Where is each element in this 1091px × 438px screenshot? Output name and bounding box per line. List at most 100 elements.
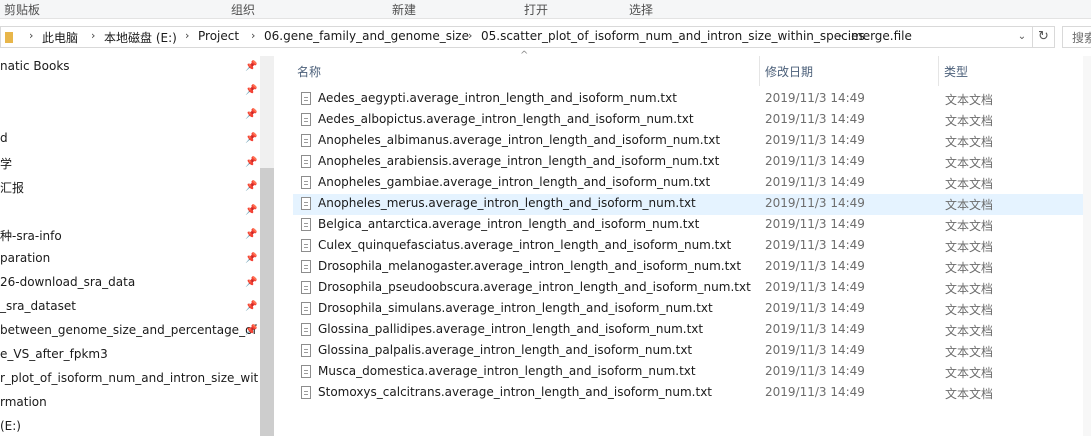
file-row[interactable]: Anopheles_albimanus.average_intron_lengt… xyxy=(293,131,1091,152)
file-type: 文本文档 xyxy=(945,345,994,359)
pin-icon[interactable]: 📌 xyxy=(245,157,257,169)
pin-icon[interactable]: 📌 xyxy=(245,325,257,337)
text-file-icon xyxy=(301,113,311,126)
address-bar[interactable]: › 此电脑 › 本地磁盘 (E:) › Project › 06.gene_fa… xyxy=(0,26,1033,48)
breadcrumb-this-pc[interactable]: 此电脑 xyxy=(42,29,78,46)
pin-icon[interactable]: 📌 xyxy=(245,133,257,145)
file-name: Anopheles_albimanus.average_intron_lengt… xyxy=(318,133,721,147)
pin-icon[interactable]: 📌 xyxy=(245,85,257,97)
search-input[interactable]: 搜索 xyxy=(1062,26,1091,48)
file-row[interactable]: Glossina_palpalis.average_intron_length_… xyxy=(293,341,1091,362)
ribbon-group-organize: 组织 xyxy=(231,3,256,17)
nav-item[interactable]: 汇报 📌 xyxy=(0,176,258,198)
address-dropdown-icon[interactable]: ⌄ xyxy=(1014,28,1030,46)
column-header-date[interactable]: 修改日期 xyxy=(760,56,938,84)
nav-item[interactable]: 学 📌 xyxy=(0,152,258,174)
nav-item[interactable]: natic Books 📌 xyxy=(0,56,258,78)
file-name: Anopheles_merus.average_intron_length_an… xyxy=(318,196,696,210)
breadcrumb-chevron-icon[interactable]: › xyxy=(251,29,255,42)
pin-icon[interactable]: 📌 xyxy=(245,205,257,217)
file-type: 文本文档 xyxy=(945,387,994,401)
ribbon-group-select: 选择 xyxy=(629,3,654,17)
refresh-icon[interactable]: ↻ xyxy=(1033,26,1055,48)
column-header-type[interactable]: 类型 xyxy=(939,56,1079,84)
text-file-icon xyxy=(301,134,311,147)
nav-item[interactable]: rmation xyxy=(0,392,258,414)
pin-icon[interactable]: 📌 xyxy=(245,277,257,289)
nav-item[interactable]: 📌 xyxy=(0,80,258,102)
column-header-name[interactable]: 名称 xyxy=(293,56,759,84)
file-name: Glossina_pallidipes.average_intron_lengt… xyxy=(318,322,704,336)
file-row[interactable]: Stomoxys_calcitrans.average_intron_lengt… xyxy=(293,383,1091,404)
ribbon-group-clipboard: 剪贴板 xyxy=(4,3,41,17)
nav-item-label: r_plot_of_isoform_num_and_intron_size_wi… xyxy=(0,371,258,385)
ribbon-group-labels: 剪贴板 组织 新建 打开 选择 xyxy=(0,0,1091,19)
breadcrumb-drive-e[interactable]: 本地磁盘 (E:) xyxy=(104,29,177,46)
file-row[interactable]: Musca_domestica.average_intron_length_an… xyxy=(293,362,1091,383)
pin-icon[interactable]: 📌 xyxy=(245,301,257,313)
breadcrumb-chevron-icon[interactable]: › xyxy=(29,29,33,42)
file-row[interactable]: Aedes_aegypti.average_intron_length_and_… xyxy=(293,89,1091,110)
nav-item[interactable]: 📌 xyxy=(0,200,258,222)
nav-scrollbar-thumb[interactable] xyxy=(260,168,274,436)
nav-item[interactable]: between_genome_size_and_percentage_of 📌 xyxy=(0,320,258,342)
nav-item[interactable]: 📌 xyxy=(0,104,258,126)
file-row-selected[interactable]: Anopheles_merus.average_intron_length_an… xyxy=(293,194,1091,215)
nav-item-label: 学 xyxy=(0,157,13,171)
nav-item[interactable]: paration 📌 xyxy=(0,248,258,270)
ribbon-group-new: 新建 xyxy=(392,3,417,17)
file-name: Anopheles_gambiae.average_intron_length_… xyxy=(318,175,711,189)
breadcrumb-chevron-icon[interactable]: › xyxy=(468,29,472,42)
nav-item-label: natic Books xyxy=(0,59,70,73)
file-date: 2019/11/3 14:49 xyxy=(765,259,865,273)
file-type: 文本文档 xyxy=(945,324,994,338)
file-date: 2019/11/3 14:49 xyxy=(765,112,865,126)
breadcrumb-gene-family[interactable]: 06.gene_family_and_genome_size xyxy=(264,29,469,43)
file-date: 2019/11/3 14:49 xyxy=(765,91,865,105)
ribbon-group-open: 打开 xyxy=(524,3,549,17)
file-row[interactable]: Belgica_antarctica.average_intron_length… xyxy=(293,215,1091,236)
file-row[interactable]: Drosophila_simulans.average_intron_lengt… xyxy=(293,299,1091,320)
file-date: 2019/11/3 14:49 xyxy=(765,301,865,315)
nav-item[interactable]: _sra_dataset 📌 xyxy=(0,296,258,318)
pin-icon[interactable]: 📌 xyxy=(245,61,257,73)
nav-item[interactable]: d 📌 xyxy=(0,128,258,150)
file-date: 2019/11/3 14:49 xyxy=(765,364,865,378)
file-row[interactable]: Anopheles_gambiae.average_intron_length_… xyxy=(293,173,1091,194)
breadcrumb-chevron-icon[interactable]: › xyxy=(91,29,95,42)
nav-item[interactable]: (E:) xyxy=(0,416,258,438)
breadcrumb-project[interactable]: Project xyxy=(198,29,239,43)
file-row[interactable]: Drosophila_melanogaster.average_intron_l… xyxy=(293,257,1091,278)
file-list-scrollbar[interactable] xyxy=(1083,56,1091,436)
nav-item[interactable]: 26-download_sra_data 📌 xyxy=(0,272,258,294)
text-file-icon xyxy=(301,323,311,336)
file-type: 文本文档 xyxy=(945,219,994,233)
pin-icon[interactable]: 📌 xyxy=(245,253,257,265)
text-file-icon xyxy=(301,302,311,315)
nav-item[interactable]: r_plot_of_isoform_num_and_intron_size_wi… xyxy=(0,368,258,390)
breadcrumb-merge-file[interactable]: merge.file xyxy=(851,29,912,43)
pin-icon[interactable]: 📌 xyxy=(245,181,257,193)
file-date: 2019/11/3 14:49 xyxy=(765,238,865,252)
file-row[interactable]: Anopheles_arabiensis.average_intron_leng… xyxy=(293,152,1091,173)
text-file-icon xyxy=(301,239,311,252)
pin-icon[interactable]: 📌 xyxy=(245,109,257,121)
file-type: 文本文档 xyxy=(945,240,994,254)
nav-item-label: paration xyxy=(0,251,51,265)
file-date: 2019/11/3 14:49 xyxy=(765,154,865,168)
file-row[interactable]: Drosophila_pseudoobscura.average_intron_… xyxy=(293,278,1091,299)
breadcrumb-scatter-plot[interactable]: 05.scatter_plot_of_isoform_num_and_intro… xyxy=(481,29,865,43)
file-row[interactable]: Aedes_albopictus.average_intron_length_a… xyxy=(293,110,1091,131)
breadcrumb-chevron-icon[interactable]: › xyxy=(185,29,189,42)
nav-item-label: rmation xyxy=(0,395,47,409)
file-type: 文本文档 xyxy=(945,366,994,380)
nav-item[interactable]: e_VS_after_fpkm3 xyxy=(0,344,258,366)
pin-icon[interactable]: 📌 xyxy=(245,229,257,241)
breadcrumb-chevron-icon[interactable]: › xyxy=(838,29,842,42)
nav-item[interactable]: 种-sra-info 📌 xyxy=(0,224,258,246)
file-row[interactable]: Culex_quinquefasciatus.average_intron_le… xyxy=(293,236,1091,257)
file-name: Drosophila_pseudoobscura.average_intron_… xyxy=(318,280,751,294)
file-name: Anopheles_arabiensis.average_intron_leng… xyxy=(318,154,720,168)
file-date: 2019/11/3 14:49 xyxy=(765,217,865,231)
file-row[interactable]: Glossina_pallidipes.average_intron_lengt… xyxy=(293,320,1091,341)
